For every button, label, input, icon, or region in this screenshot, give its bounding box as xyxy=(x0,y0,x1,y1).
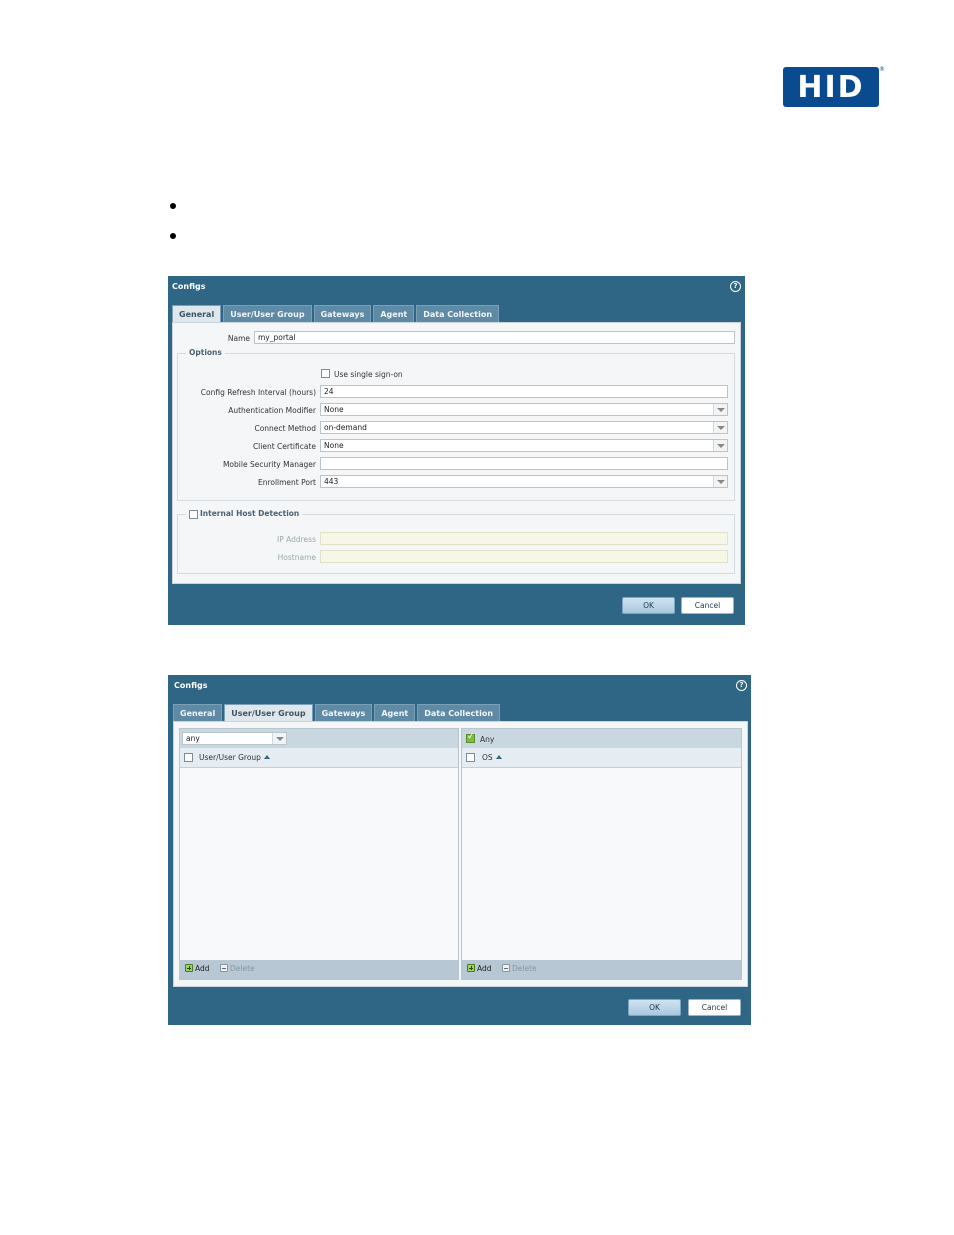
dropdown-arrow-icon[interactable] xyxy=(713,422,727,433)
config-refresh-label: Config Refresh Interval (hours) xyxy=(200,388,316,397)
auth-modifier-select[interactable]: None xyxy=(320,403,728,416)
cancel-button[interactable]: Cancel xyxy=(688,999,741,1016)
client-certificate-label: Client Certificate xyxy=(252,442,316,451)
enrollment-port-label: Enrollment Port xyxy=(257,478,316,487)
os-column-label: OS xyxy=(482,753,493,762)
config-refresh-input[interactable]: 24 xyxy=(320,385,728,398)
tab-general[interactable]: General xyxy=(172,305,222,322)
grid-toolbar: any xyxy=(180,729,458,748)
tab-data-collection[interactable]: Data Collection xyxy=(417,704,501,721)
hostname-input[interactable] xyxy=(320,550,728,563)
tab-bar: General User/User Group Gateways Agent D… xyxy=(173,704,501,721)
client-certificate-value: None xyxy=(324,441,344,450)
hostname-label: Hostname xyxy=(277,553,316,562)
grid-header: OS xyxy=(462,748,741,768)
add-button[interactable]: Add xyxy=(467,964,492,973)
select-all-checkbox[interactable] xyxy=(466,753,475,762)
any-os-checkbox[interactable] xyxy=(466,732,475,743)
grid-footer: Add Delete xyxy=(180,960,458,979)
plus-icon xyxy=(467,964,475,972)
connect-method-value: on-demand xyxy=(324,423,367,432)
ip-address-input[interactable] xyxy=(320,532,728,545)
add-button[interactable]: Add xyxy=(185,964,210,973)
ok-button[interactable]: OK xyxy=(628,999,681,1016)
configs-dialog-user-group: Configs ? General User/User Group Gatewa… xyxy=(168,675,751,1025)
enrollment-port-select[interactable]: 443 xyxy=(320,475,728,488)
single-sign-on-checkbox[interactable] xyxy=(321,369,330,378)
options-fieldset: Options Use single sign-on Config Refres… xyxy=(177,348,735,501)
grid-footer: Add Delete xyxy=(462,960,741,979)
minus-icon xyxy=(502,964,510,972)
client-certificate-select[interactable]: None xyxy=(320,439,728,452)
user-filter-value: any xyxy=(186,734,200,743)
plus-icon xyxy=(185,964,193,972)
logo-text: HID xyxy=(797,69,865,105)
delete-button[interactable]: Delete xyxy=(502,964,537,973)
delete-label: Delete xyxy=(230,964,255,973)
add-label: Add xyxy=(477,964,492,973)
user-group-column-header[interactable]: User/User Group xyxy=(199,753,270,762)
dropdown-arrow-icon[interactable] xyxy=(272,733,286,744)
general-panel: Name my_portal Options Use single sign-o… xyxy=(172,322,741,584)
cancel-button[interactable]: Cancel xyxy=(681,597,734,614)
select-all-checkbox[interactable] xyxy=(184,753,193,762)
auth-modifier-label: Authentication Modifier xyxy=(228,406,316,415)
dialog-title: Configs xyxy=(172,282,206,291)
tab-gateways[interactable]: Gateways xyxy=(313,305,372,322)
single-sign-on-label: Use single sign-on xyxy=(334,370,403,379)
delete-button[interactable]: Delete xyxy=(220,964,255,973)
help-icon[interactable]: ? xyxy=(736,680,747,691)
mobile-security-manager-label: Mobile Security Manager xyxy=(222,460,316,469)
connect-method-label: Connect Method xyxy=(254,424,316,433)
tab-general[interactable]: General xyxy=(173,704,223,721)
dropdown-arrow-icon[interactable] xyxy=(713,476,727,487)
user-group-panel: any User/User Group Add Delete Any OS xyxy=(173,721,748,987)
os-grid: Any OS Add Delete xyxy=(461,728,742,980)
name-input[interactable]: my_portal xyxy=(254,331,735,344)
any-os-label: Any xyxy=(480,735,495,744)
tab-data-collection[interactable]: Data Collection xyxy=(416,305,500,322)
tab-bar: General User/User Group Gateways Agent D… xyxy=(172,305,500,322)
enrollment-port-value: 443 xyxy=(324,477,339,486)
user-group-column-label: User/User Group xyxy=(199,753,261,762)
add-label: Add xyxy=(195,964,210,973)
ip-address-label: IP Address xyxy=(277,535,316,544)
help-icon[interactable]: ? xyxy=(730,281,741,292)
delete-label: Delete xyxy=(512,964,537,973)
bullet-1 xyxy=(170,203,176,209)
connect-method-select[interactable]: on-demand xyxy=(320,421,728,434)
registered-mark: ® xyxy=(879,66,885,73)
dialog-title: Configs xyxy=(174,681,208,690)
user-group-grid: any User/User Group Add Delete xyxy=(179,728,459,980)
ok-button[interactable]: OK xyxy=(622,597,675,614)
name-label: Name xyxy=(227,334,250,343)
bullet-2 xyxy=(170,233,176,239)
grid-header: User/User Group xyxy=(180,748,458,768)
options-legend: Options xyxy=(186,348,225,357)
tab-user-user-group[interactable]: User/User Group xyxy=(223,305,312,322)
mobile-security-manager-input[interactable] xyxy=(320,457,728,470)
tab-user-user-group[interactable]: User/User Group xyxy=(224,704,313,721)
auth-modifier-value: None xyxy=(324,405,344,414)
dropdown-arrow-icon[interactable] xyxy=(713,404,727,415)
os-column-header[interactable]: OS xyxy=(482,753,502,762)
sort-up-icon xyxy=(263,755,270,759)
dropdown-arrow-icon[interactable] xyxy=(713,440,727,451)
internal-host-detection-fieldset: Internal Host Detection IP Address Hostn… xyxy=(177,509,735,574)
internal-host-detection-checkbox[interactable] xyxy=(189,510,198,519)
hid-logo: HID xyxy=(783,67,879,107)
tab-agent[interactable]: Agent xyxy=(374,704,416,721)
tab-gateways[interactable]: Gateways xyxy=(314,704,373,721)
ihd-legend: Internal Host Detection xyxy=(186,509,303,518)
configs-dialog-general: Configs ? General User/User Group Gatewa… xyxy=(168,276,745,625)
user-filter-select[interactable]: any xyxy=(182,732,287,745)
sort-up-icon xyxy=(495,755,502,759)
grid-toolbar: Any xyxy=(462,729,741,748)
minus-icon xyxy=(220,964,228,972)
tab-agent[interactable]: Agent xyxy=(373,305,415,322)
